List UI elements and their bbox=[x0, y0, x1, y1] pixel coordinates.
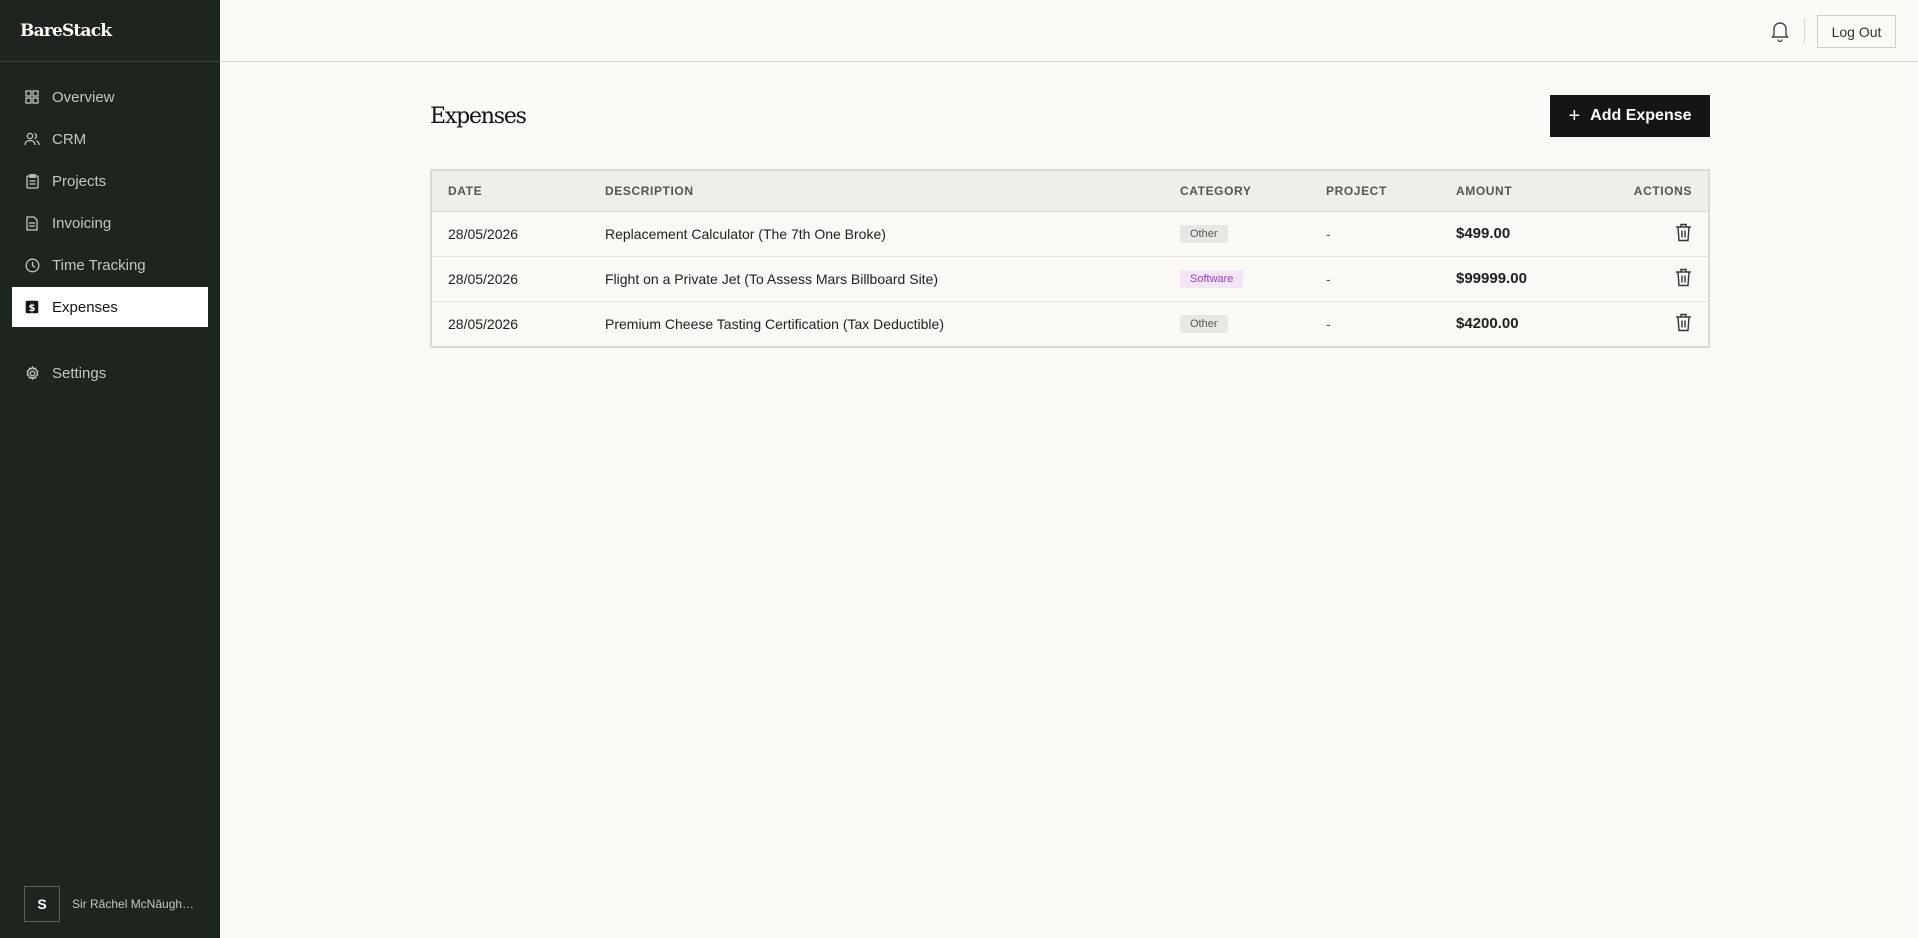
expense-project: - bbox=[1326, 225, 1331, 242]
sidebar-item-expenses[interactable]: $ Expenses bbox=[12, 287, 208, 327]
column-header-category[interactable]: CATEGORY bbox=[1164, 171, 1310, 212]
users-icon bbox=[24, 131, 40, 147]
expense-category: Other bbox=[1164, 211, 1310, 256]
plus-icon: + bbox=[1568, 105, 1581, 127]
expense-actions bbox=[1590, 211, 1708, 256]
svg-text:$: $ bbox=[29, 303, 36, 314]
add-expense-button[interactable]: + Add Expense bbox=[1550, 95, 1710, 137]
gear-icon bbox=[24, 365, 40, 381]
sidebar-item-invoicing[interactable]: Invoicing bbox=[12, 203, 208, 243]
sidebar-item-crm[interactable]: CRM bbox=[12, 119, 208, 159]
sidebar-item-overview[interactable]: Overview bbox=[12, 77, 208, 117]
sidebar-item-label: Settings bbox=[52, 364, 107, 382]
expense-amount: $499.00 bbox=[1456, 225, 1511, 242]
logout-button[interactable]: Log Out bbox=[1817, 15, 1896, 48]
sidebar-item-label: Invoicing bbox=[52, 214, 112, 232]
sidebar: BareStack Overview CRM Projects Invoicin… bbox=[0, 0, 220, 938]
category-badge: Software bbox=[1180, 270, 1244, 288]
expense-date: 28/05/2026 bbox=[448, 270, 519, 287]
table-row[interactable]: 28/05/2026 Replacement Calculator (The 7… bbox=[432, 211, 1708, 256]
sidebar-item-label: Projects bbox=[52, 172, 107, 190]
category-badge: Other bbox=[1180, 225, 1228, 243]
sidebar-item-time-tracking[interactable]: Time Tracking bbox=[12, 245, 208, 285]
sidebar-item-label: Overview bbox=[52, 88, 115, 106]
column-header-actions: ACTIONS bbox=[1590, 171, 1708, 212]
bell-icon[interactable] bbox=[1770, 20, 1790, 43]
expense-category: Software bbox=[1164, 256, 1310, 301]
sidebar-item-label: Time Tracking bbox=[52, 256, 146, 274]
sidebar-nav: Overview CRM Projects Invoicing Time Tra… bbox=[0, 62, 220, 393]
main-content: Expenses + Add Expense DATE DESCRIPTION … bbox=[430, 95, 1710, 348]
table-header-row: DATE DESCRIPTION CATEGORY PROJECT AMOUNT… bbox=[432, 171, 1708, 212]
expense-category: Other bbox=[1164, 301, 1310, 346]
expense-amount: $99999.00 bbox=[1456, 270, 1527, 287]
user-profile[interactable]: S Sir Răchel McNăughton bbox=[24, 886, 197, 922]
expense-actions bbox=[1590, 301, 1708, 346]
column-header-date[interactable]: DATE bbox=[432, 171, 589, 212]
trash-icon[interactable] bbox=[1675, 223, 1692, 242]
expense-date: 28/05/2026 bbox=[448, 225, 519, 242]
expense-date: 28/05/2026 bbox=[448, 315, 519, 332]
expenses-table: DATE DESCRIPTION CATEGORY PROJECT AMOUNT… bbox=[430, 169, 1710, 348]
add-expense-label: Add Expense bbox=[1590, 107, 1692, 124]
column-header-project[interactable]: PROJECT bbox=[1310, 171, 1440, 212]
expense-project: - bbox=[1326, 270, 1331, 287]
trash-icon[interactable] bbox=[1675, 268, 1692, 287]
top-bar: Log Out bbox=[220, 0, 1918, 62]
expense-actions bbox=[1590, 256, 1708, 301]
user-name: Sir Răchel McNăughton bbox=[72, 897, 197, 911]
expense-amount: $4200.00 bbox=[1456, 315, 1519, 333]
clock-icon bbox=[24, 257, 40, 273]
column-header-description[interactable]: DESCRIPTION bbox=[589, 171, 1164, 212]
avatar: S bbox=[24, 886, 60, 922]
column-header-amount[interactable]: AMOUNT bbox=[1440, 171, 1590, 212]
sidebar-item-projects[interactable]: Projects bbox=[12, 161, 208, 201]
file-icon bbox=[24, 215, 40, 231]
clipboard-icon bbox=[24, 173, 40, 189]
grid-icon bbox=[24, 89, 40, 105]
expense-description: Flight on a Private Jet (To Assess Mars … bbox=[605, 270, 939, 287]
page-title: Expenses bbox=[430, 103, 527, 129]
table-row[interactable]: 28/05/2026 Flight on a Private Jet (To A… bbox=[432, 256, 1708, 301]
expense-project: - bbox=[1326, 315, 1331, 332]
category-badge: Other bbox=[1180, 315, 1228, 334]
topbar-divider bbox=[1804, 18, 1805, 44]
brand-logo[interactable]: BareStack bbox=[0, 0, 220, 62]
sidebar-item-settings[interactable]: Settings bbox=[12, 353, 208, 393]
dollar-square-icon: $ bbox=[24, 299, 40, 315]
trash-icon[interactable] bbox=[1675, 313, 1692, 332]
page-header: Expenses + Add Expense bbox=[430, 95, 1710, 137]
sidebar-item-label: CRM bbox=[52, 130, 87, 148]
sidebar-item-label: Expenses bbox=[52, 298, 118, 316]
expense-description: Premium Cheese Tasting Certification (Ta… bbox=[605, 315, 944, 332]
expense-description: Replacement Calculator (The 7th One Brok… bbox=[605, 225, 886, 242]
table-row[interactable]: 28/05/2026 Premium Cheese Tasting Certif… bbox=[432, 301, 1708, 346]
